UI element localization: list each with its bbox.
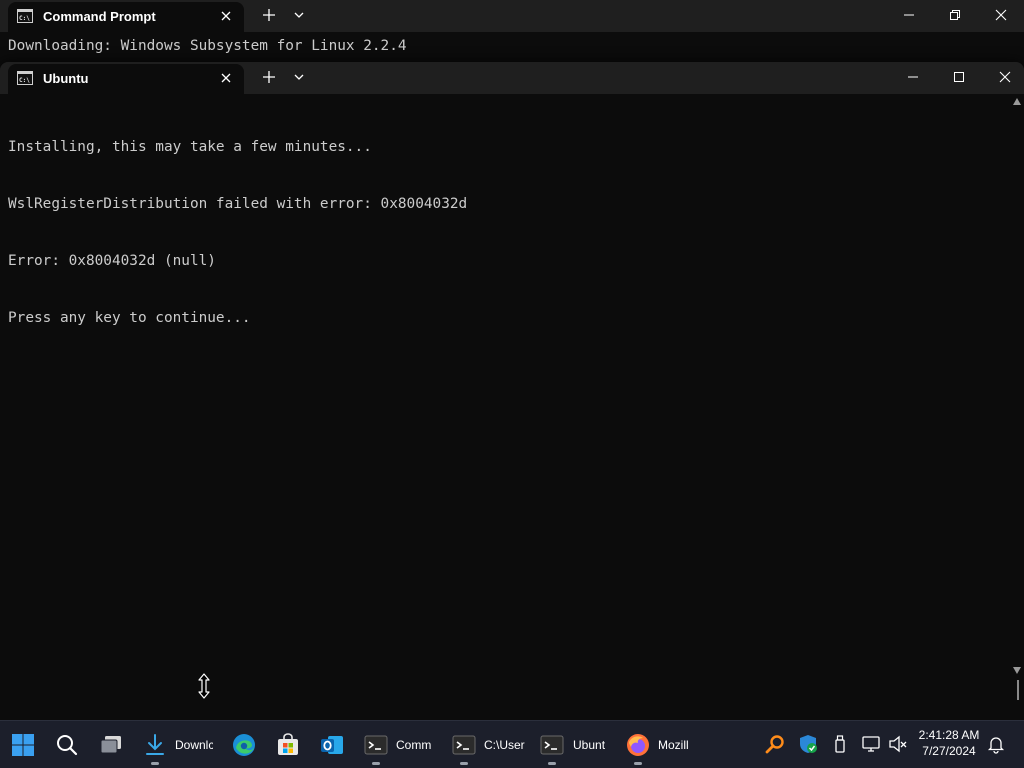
minimize-button[interactable] [890, 62, 936, 92]
minimize-button[interactable] [886, 0, 932, 30]
clock-date: 7/27/2024 [922, 744, 976, 758]
search-icon [57, 735, 78, 756]
close-tab-icon[interactable] [218, 70, 234, 86]
desktop: C:\ Command Prompt Downloading: Windows … [0, 0, 1024, 768]
svg-text:C:\: C:\ [19, 77, 30, 84]
taskbar-item-command-prompt[interactable]: Comm [362, 721, 440, 768]
volume-muted-icon[interactable] [888, 734, 908, 754]
taskbar-item-label: Mozill [658, 738, 689, 752]
terminal-scrollbar[interactable] [1010, 94, 1024, 678]
cmd-tab[interactable]: C:\ Command Prompt [8, 2, 244, 32]
terminal-line: Installing, this may take a few minutes.… [8, 139, 372, 155]
cmd-tab-bar: C:\ Command Prompt [0, 0, 1024, 32]
download-icon [146, 734, 164, 755]
close-tab-icon[interactable] [218, 8, 234, 24]
task-view-icon [100, 736, 121, 754]
taskbar-item-label: Ubunt [573, 738, 606, 752]
cmd-terminal-output: Downloading: Windows Subsystem for Linux… [8, 38, 407, 54]
resize-cursor-icon [198, 673, 210, 699]
ubuntu-terminal-output[interactable]: Installing, this may take a few minutes.… [8, 100, 467, 366]
running-indicator [634, 762, 642, 765]
taskbar-item-cmd-user[interactable]: C:\User [450, 721, 530, 768]
new-tab-icon[interactable] [260, 68, 278, 86]
taskbar-item-label: Downlc [175, 738, 213, 752]
taskbar-item-label: Comm [396, 738, 432, 752]
terminal-icon [452, 735, 476, 755]
minimize-icon [904, 14, 914, 16]
taskbar-clock[interactable]: 2:41:28 AM 7/27/2024 [912, 727, 986, 759]
restore-button[interactable] [932, 0, 978, 30]
notification-bell-icon[interactable] [986, 734, 1006, 754]
running-indicator [372, 762, 380, 765]
ubuntu-tab-title: Ubuntu [43, 71, 89, 86]
new-tab-icon[interactable] [260, 6, 278, 24]
close-icon [999, 71, 1011, 83]
search-button[interactable] [50, 721, 84, 768]
magnifier-app-icon[interactable] [765, 734, 785, 754]
running-indicator [151, 762, 159, 765]
clock-time: 2:41:28 AM [918, 728, 980, 742]
ubuntu-window[interactable]: C:\ Ubuntu Installing, this may take a f… [0, 62, 1024, 678]
usb-device-icon[interactable] [830, 734, 850, 754]
outlook-icon [321, 736, 343, 754]
taskbar-item-firefox[interactable]: Mozill [624, 721, 700, 768]
running-indicator [548, 762, 556, 765]
start-button[interactable] [6, 721, 40, 768]
back-window-scrollbar[interactable] [1017, 680, 1019, 700]
terminal-icon [540, 735, 564, 755]
cmd-tab-title: Command Prompt [43, 9, 156, 24]
terminal-icon [364, 735, 388, 755]
maximize-icon [954, 72, 964, 82]
taskbar-item-outlook[interactable] [316, 721, 350, 768]
taskbar-item-edge[interactable] [228, 721, 262, 768]
network-icon[interactable] [861, 734, 881, 754]
svg-text:C:\: C:\ [19, 15, 30, 22]
cmd-icon: C:\ [17, 9, 33, 23]
close-window-button[interactable] [978, 0, 1024, 30]
scroll-down-arrow-icon[interactable] [1013, 667, 1021, 674]
taskbar-item-ubuntu[interactable]: Ubunt [538, 721, 618, 768]
cmd-icon: C:\ [17, 71, 33, 85]
chevron-down-icon[interactable] [292, 70, 306, 84]
store-icon [278, 733, 298, 755]
firefox-icon [627, 734, 649, 756]
running-indicator [460, 762, 468, 765]
terminal-line: WslRegisterDistribution failed with erro… [8, 196, 468, 212]
scroll-up-arrow-icon[interactable] [1013, 98, 1021, 105]
ubuntu-tab[interactable]: C:\ Ubuntu [8, 64, 244, 94]
edge-icon [233, 734, 255, 756]
task-view-button[interactable] [94, 721, 128, 768]
close-window-button[interactable] [982, 62, 1024, 92]
taskbar-item-store[interactable] [272, 721, 306, 768]
terminal-line: Press any key to continue... [8, 310, 251, 326]
windows-security-icon[interactable] [798, 734, 818, 754]
chevron-down-icon[interactable] [292, 8, 306, 22]
close-icon [995, 9, 1007, 21]
taskbar-item-downloads[interactable]: Downlc [140, 721, 216, 768]
ubuntu-tab-bar: C:\ Ubuntu [0, 62, 1024, 94]
back-window-terminal-area [0, 678, 1024, 720]
maximize-button[interactable] [936, 62, 982, 92]
windows-logo-icon [12, 734, 34, 756]
taskbar-item-label: C:\User [484, 738, 525, 752]
restore-icon [950, 10, 960, 20]
minimize-icon [908, 76, 918, 78]
terminal-line: Error: 0x8004032d (null) [8, 253, 216, 269]
